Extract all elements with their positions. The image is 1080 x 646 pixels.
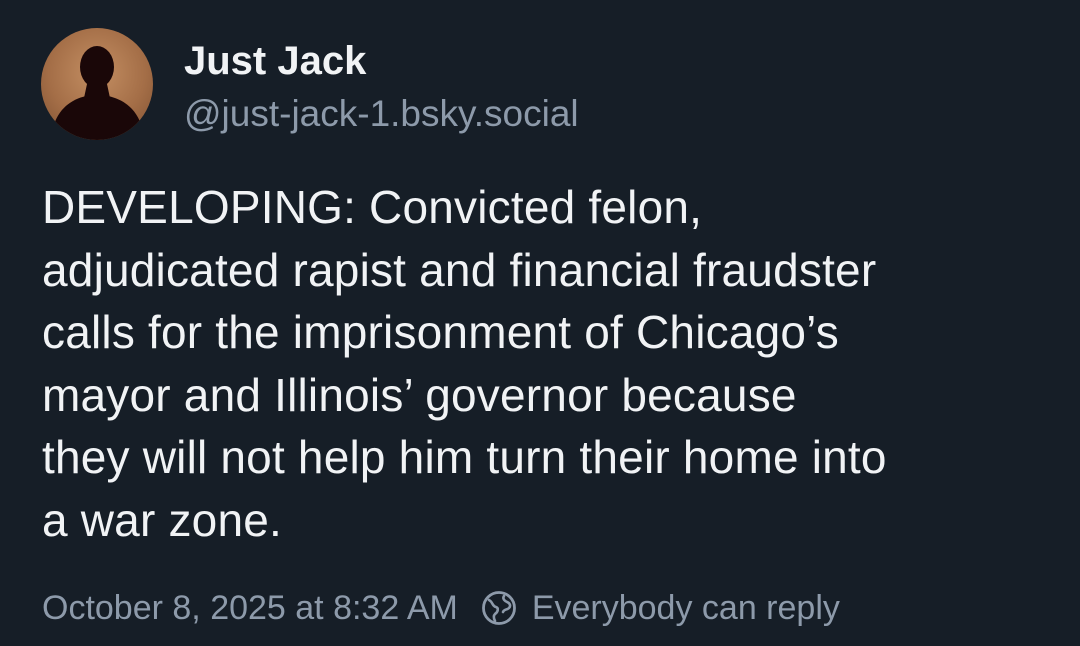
post-text: DEVELOPING: Convicted felon, adjudicated… <box>42 181 887 546</box>
author-display-name[interactable]: Just Jack <box>184 37 366 85</box>
person-silhouette-icon <box>41 28 153 140</box>
post-timestamp[interactable]: October 8, 2025 at 8:32 AM <box>42 585 458 631</box>
author-handle[interactable]: @just-jack-1.bsky.social <box>184 92 579 136</box>
avatar[interactable] <box>41 28 153 140</box>
reply-setting-label[interactable]: Everybody can reply <box>532 585 840 631</box>
post-meta: October 8, 2025 at 8:32 AM Everybody can… <box>42 585 840 631</box>
globe-reply-icon <box>480 589 518 627</box>
post-card: Just Jack @just-jack-1.bsky.social DEVEL… <box>0 0 1080 646</box>
